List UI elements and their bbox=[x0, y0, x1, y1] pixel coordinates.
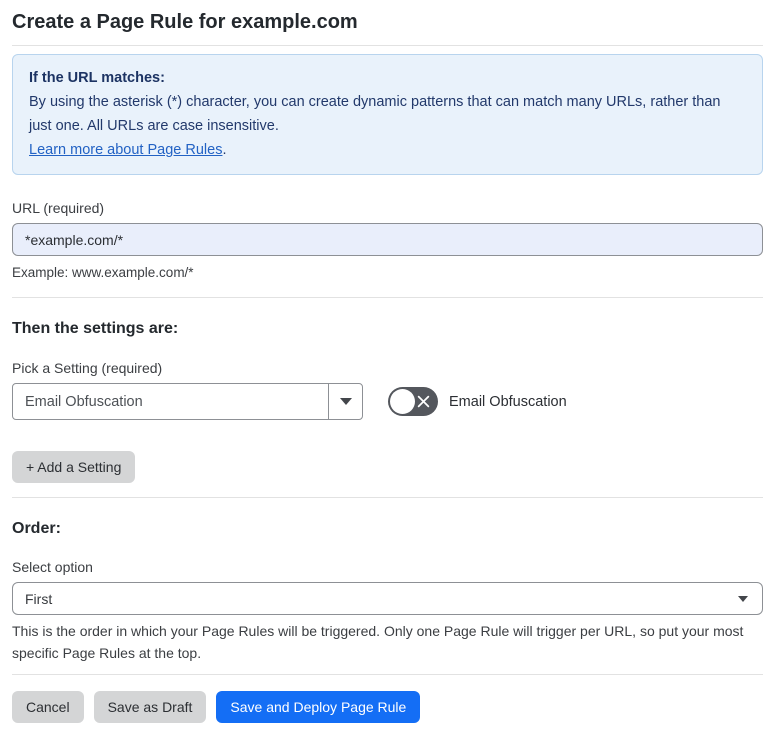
setting-picker-label: Pick a Setting (required) bbox=[12, 360, 163, 376]
cancel-button[interactable]: Cancel bbox=[12, 691, 84, 723]
order-help-text: This is the order in which your Page Rul… bbox=[12, 623, 744, 661]
title-divider bbox=[12, 45, 763, 46]
footer-actions: Cancel Save as Draft Save and Deploy Pag… bbox=[12, 691, 763, 723]
setting-select-arrow-box[interactable] bbox=[328, 384, 362, 419]
info-box-body: By using the asterisk (*) character, you… bbox=[29, 94, 721, 134]
footer-divider bbox=[12, 674, 763, 675]
add-setting-button[interactable]: + Add a Setting bbox=[12, 451, 136, 483]
section-divider-2 bbox=[12, 497, 763, 498]
section-divider bbox=[12, 297, 763, 298]
setting-row: Email Obfuscation Email Obfuscation bbox=[12, 383, 763, 420]
settings-section-heading: Then the settings are: bbox=[12, 320, 179, 337]
email-obfuscation-toggle[interactable] bbox=[388, 387, 438, 416]
setting-select[interactable]: Email Obfuscation bbox=[12, 383, 363, 420]
url-example-text: Example: www.example.com/* bbox=[12, 265, 194, 280]
toggle-off-x-icon bbox=[412, 390, 434, 412]
email-obfuscation-toggle-group: Email Obfuscation bbox=[388, 387, 567, 416]
learn-more-link[interactable]: Learn more about Page Rules bbox=[29, 142, 222, 158]
info-box-heading: If the URL matches: bbox=[29, 70, 165, 86]
save-deploy-button[interactable]: Save and Deploy Page Rule bbox=[216, 691, 421, 723]
url-input[interactable] bbox=[12, 223, 763, 256]
chevron-down-icon bbox=[738, 596, 748, 602]
url-match-info-box: If the URL matches: By using the asteris… bbox=[12, 54, 763, 175]
page-rule-form: Create a Page Rule for example.com If th… bbox=[0, 0, 775, 739]
info-box-link-line: Learn more about Page Rules. bbox=[29, 138, 746, 162]
chevron-down-icon bbox=[339, 398, 352, 405]
url-field-label: URL (required) bbox=[12, 200, 105, 216]
save-draft-button[interactable]: Save as Draft bbox=[93, 691, 207, 723]
order-select-value: First bbox=[25, 590, 53, 607]
page-title: Create a Page Rule for example.com bbox=[12, 11, 358, 33]
toggle-label: Email Obfuscation bbox=[449, 393, 567, 410]
order-section-heading: Order: bbox=[12, 520, 61, 537]
setting-select-value: Email Obfuscation bbox=[25, 393, 143, 410]
link-suffix: . bbox=[222, 142, 227, 158]
order-select-label: Select option bbox=[12, 559, 93, 575]
order-select[interactable]: First bbox=[12, 582, 763, 615]
